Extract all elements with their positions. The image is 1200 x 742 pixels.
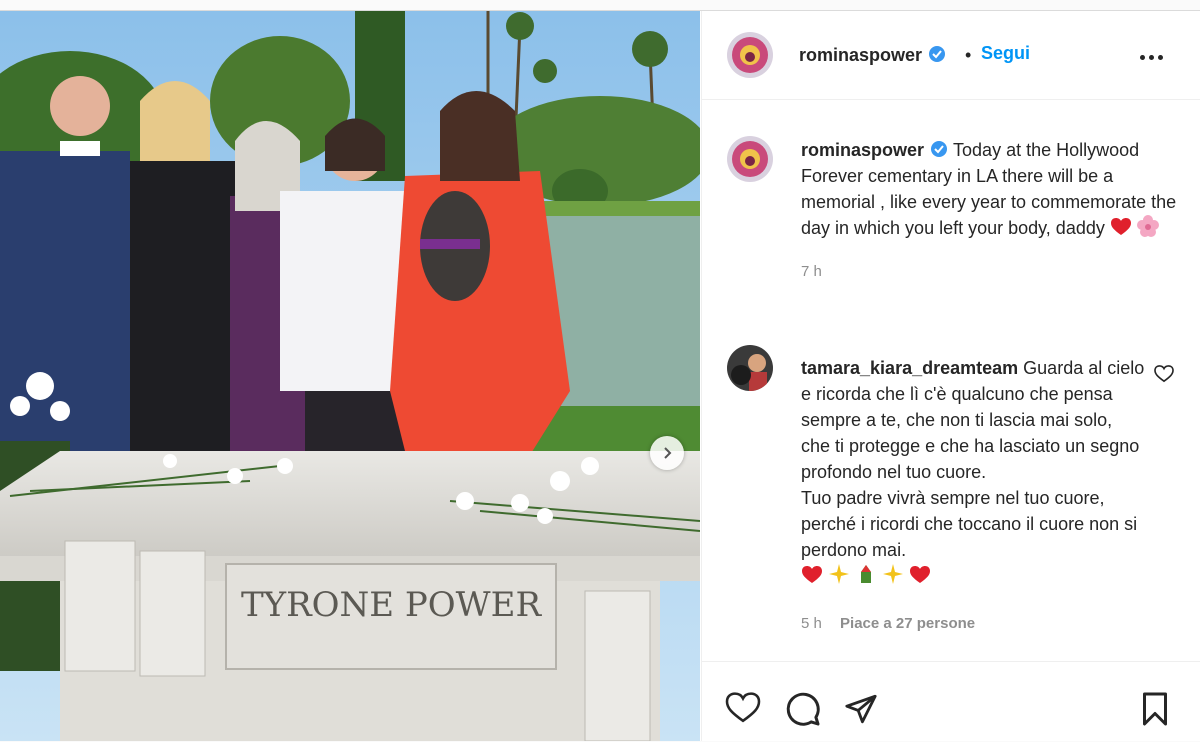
author-username[interactable]: rominaspower xyxy=(799,45,946,66)
red-heart-emoji-icon xyxy=(1110,218,1131,235)
action-bar xyxy=(702,661,1200,742)
comment-text-2: Tuo padre vivrà sempre nel tuo cuore, pe… xyxy=(801,488,1138,560)
author-avatar[interactable] xyxy=(727,32,773,78)
commenter-avatar[interactable] xyxy=(727,345,773,391)
comment-likes[interactable]: Piace a 27 persone xyxy=(840,615,975,632)
tomb-inscription: TYRONE POWER xyxy=(241,585,542,625)
bookmark-icon[interactable] xyxy=(1138,691,1172,727)
author-username-text[interactable]: rominaspower xyxy=(799,45,922,65)
post-photo[interactable]: TYRONE POWER xyxy=(0,11,700,741)
paper-plane-icon[interactable] xyxy=(844,692,878,726)
red-heart-emoji-icon xyxy=(802,566,822,583)
comment-time[interactable]: 5 h xyxy=(801,615,822,632)
people-group xyxy=(0,76,570,471)
post-sidebar: rominaspower • Segui rominaspower Today a… xyxy=(701,11,1200,741)
separator-dot: • xyxy=(965,45,972,65)
comment: tamara_kiara_dreamteam Guarda al cielo e… xyxy=(801,355,1146,637)
chevron-right-icon xyxy=(664,447,672,459)
comment-bubble-icon[interactable] xyxy=(785,691,821,727)
caption-author-avatar[interactable] xyxy=(727,136,773,182)
cherry-blossom-emoji-icon xyxy=(1136,215,1159,237)
post-header: rominaspower • Segui xyxy=(702,11,1200,100)
caption-time[interactable]: 7 h xyxy=(801,259,1181,285)
next-photo-button[interactable] xyxy=(650,436,684,470)
post-caption: rominaspower Today at the Hollywood Forev… xyxy=(801,137,1181,285)
comment-meta: 5 h Piace a 27 persone xyxy=(801,611,1146,637)
instagram-post: TYRONE POWER rominaspower • Segui romina… xyxy=(0,10,1200,741)
sparkles-emoji-icon xyxy=(829,564,850,584)
follow-button[interactable]: Segui xyxy=(981,43,1030,64)
more-options-icon[interactable] xyxy=(1140,55,1163,60)
verified-badge-icon xyxy=(929,46,946,62)
verified-badge-icon xyxy=(931,141,948,157)
sparkles-emoji-icon xyxy=(883,564,904,584)
comment-username[interactable]: tamara_kiara_dreamteam xyxy=(801,358,1018,378)
praying-hands-emoji-icon xyxy=(861,565,872,583)
heart-outline-icon[interactable] xyxy=(725,692,761,724)
comment-emojis xyxy=(801,564,931,586)
caption-username[interactable]: rominaspower xyxy=(801,140,924,160)
post-photo-image: TYRONE POWER xyxy=(0,11,700,741)
red-heart-emoji-icon xyxy=(910,566,931,583)
comment-like-icon[interactable] xyxy=(1154,365,1174,383)
